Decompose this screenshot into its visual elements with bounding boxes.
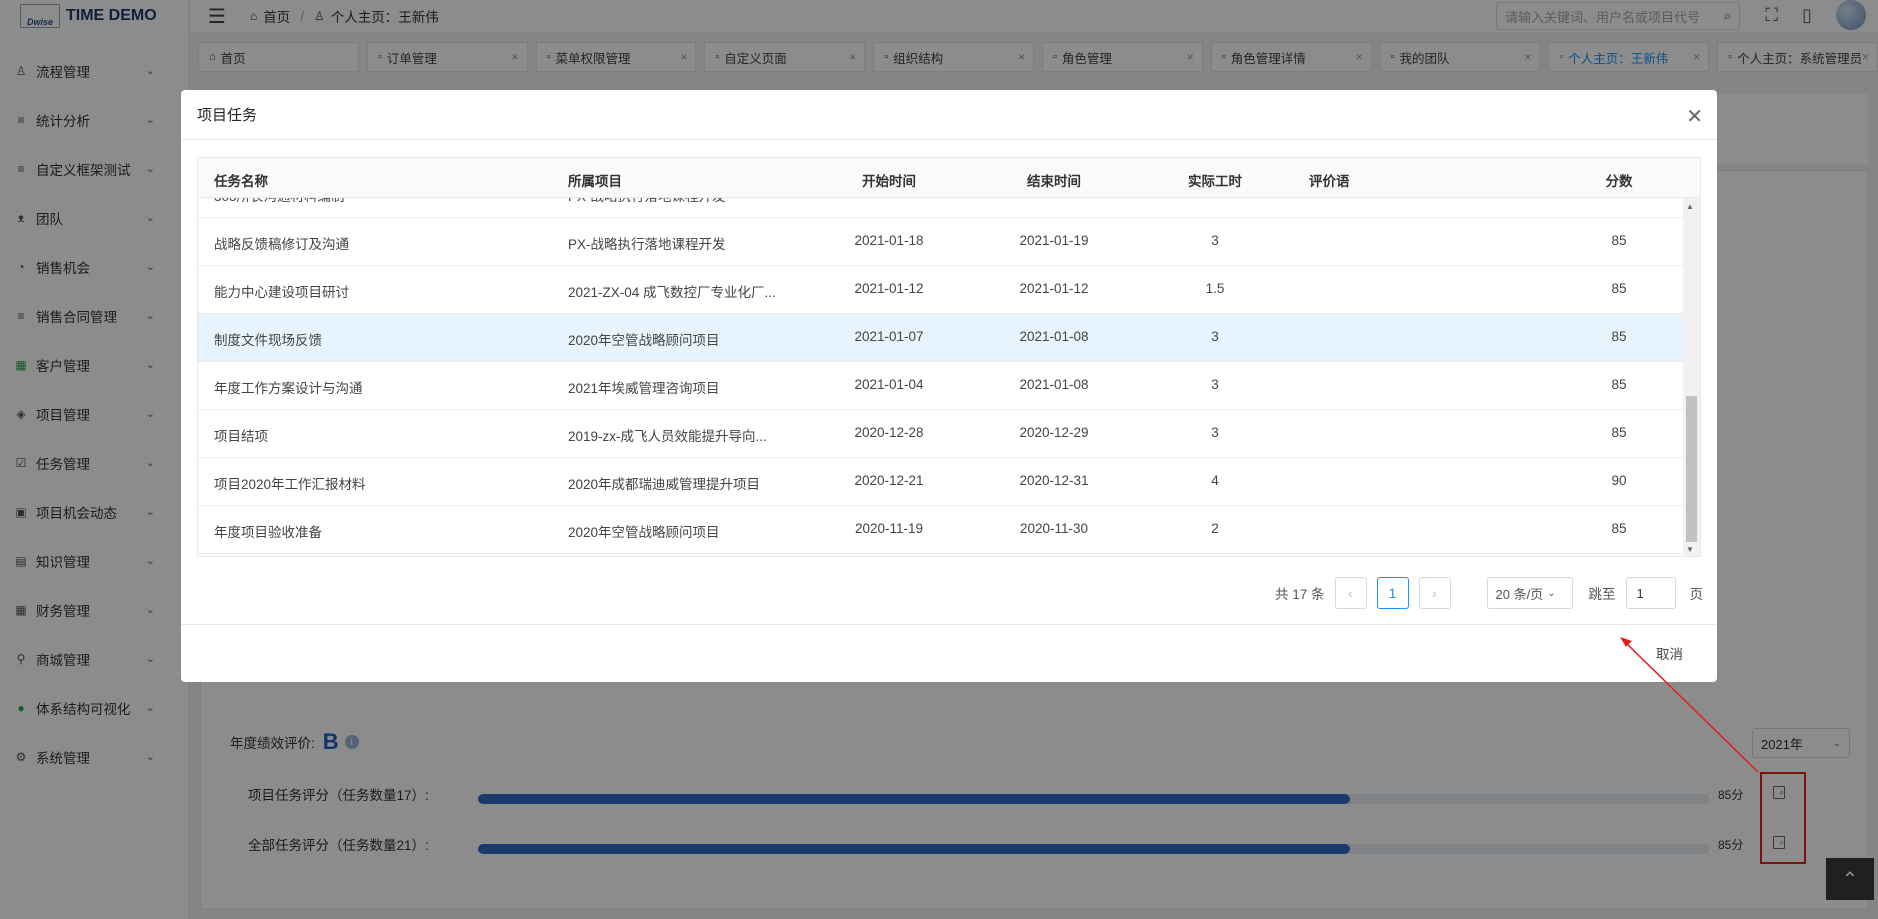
annotation-arrow: [1620, 637, 1759, 773]
